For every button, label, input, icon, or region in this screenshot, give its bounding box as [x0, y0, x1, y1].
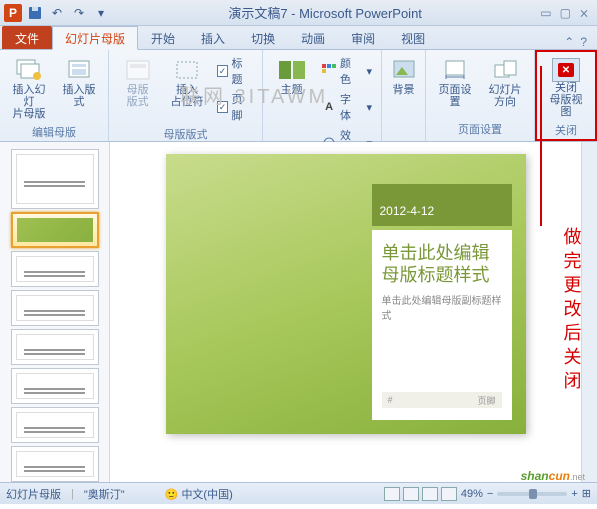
background-button[interactable]: 背景 [381, 54, 427, 98]
workspace: 2012-4-12 单击此处编辑 母版标题样式 单击此处编辑母版副标题样式 # … [0, 142, 597, 482]
zoom-slider[interactable] [497, 492, 567, 496]
zoom-in-icon[interactable]: + [571, 488, 577, 500]
group-label: 页面设置 [458, 119, 502, 139]
close-master-view-button[interactable]: ✕ 关闭 母版视图 [543, 56, 589, 120]
insert-layout-button[interactable]: 插入版式 [56, 54, 102, 110]
title-checkbox[interactable]: ✓标题 [214, 54, 256, 88]
tab-view[interactable]: 视图 [388, 26, 438, 49]
tab-file[interactable]: 文件 [2, 26, 52, 49]
view-mode-icons [384, 487, 457, 501]
window-controls: ▭ ▢ ⨯ [540, 6, 589, 20]
colors-button[interactable]: 颜色▾ [318, 54, 375, 88]
window-title: 演示文稿7 - Microsoft PowerPoint [110, 3, 540, 22]
group-close: ✕ 关闭 母版视图 关闭 [535, 50, 597, 141]
titlebar: P ↶ ↷ ▾ 演示文稿7 - Microsoft PowerPoint ▭ ▢… [0, 0, 597, 26]
ribbon: 插入幻灯 片母版 插入版式 编辑母版 母版 版式 插入 占位符 ✓标题 ✓页脚 [0, 50, 597, 142]
tab-animations[interactable]: 动画 [288, 26, 338, 49]
layout-thumbnail[interactable] [11, 251, 99, 287]
subtitle-text: 单击此处编辑母版副标题样式 [382, 292, 502, 322]
tab-transitions[interactable]: 切换 [238, 26, 288, 49]
footer-checkbox[interactable]: ✓页脚 [214, 90, 256, 124]
layout-thumbnail[interactable] [11, 212, 99, 248]
slideshow-view-icon[interactable] [441, 487, 457, 501]
status-theme: "奥斯汀" [84, 486, 125, 502]
annotation-text: 做完更改后关闭 [555, 225, 591, 393]
slide-master-icon [14, 56, 44, 84]
master-layout-button[interactable]: 母版 版式 [115, 54, 160, 110]
slide-canvas[interactable]: 2012-4-12 单击此处编辑 母版标题样式 单击此处编辑母版副标题样式 # … [110, 142, 581, 482]
qat-dropdown-icon[interactable]: ▾ [92, 4, 110, 22]
group-page-setup: 页面设置 幻灯片方向 页面设置 [426, 50, 535, 141]
statusbar: 幻灯片母版 | "奥斯汀" 🙂 中文(中国) 49% − + ⊞ [0, 482, 597, 504]
group-label [402, 123, 405, 139]
maximize-icon[interactable]: ▢ [560, 6, 571, 20]
minimize-icon[interactable]: ▭ [540, 6, 551, 20]
fonts-icon: A [321, 99, 337, 115]
title-text: 单击此处编辑 母版标题样式 [382, 242, 502, 286]
tab-slide-master[interactable]: 幻灯片母版 [52, 26, 138, 50]
group-master-layout: 母版 版式 插入 占位符 ✓标题 ✓页脚 母版版式 [109, 50, 263, 141]
status-mode: 幻灯片母版 [6, 486, 61, 502]
group-label: 母版版式 [163, 124, 207, 144]
redo-icon[interactable]: ↷ [70, 4, 88, 22]
themes-icon [277, 56, 307, 84]
zoom-level[interactable]: 49% [461, 488, 483, 500]
ribbon-tabs: 文件 幻灯片母版 开始 插入 切换 动画 审阅 视图 ⌃ ? [0, 26, 597, 50]
master-thumbnail[interactable] [11, 149, 99, 209]
insert-placeholder-button[interactable]: 插入 占位符 [164, 54, 209, 110]
zoom-out-icon[interactable]: − [487, 488, 493, 500]
placeholder-icon [172, 56, 202, 84]
sorter-view-icon[interactable] [403, 487, 419, 501]
undo-icon[interactable]: ↶ [48, 4, 66, 22]
insert-slide-master-button[interactable]: 插入幻灯 片母版 [6, 54, 52, 122]
tab-review[interactable]: 审阅 [338, 26, 388, 49]
page-setup-button[interactable]: 页面设置 [432, 54, 478, 110]
site-watermark: shancun.net [521, 469, 585, 483]
fit-window-icon[interactable]: ⊞ [582, 487, 591, 500]
tab-insert[interactable]: 插入 [188, 26, 238, 49]
layout-thumbnail[interactable] [11, 290, 99, 326]
tab-home[interactable]: 开始 [138, 26, 188, 49]
footer-placeholder[interactable]: # 页脚 [382, 392, 502, 408]
group-label: 编辑母版 [32, 122, 76, 142]
colors-icon [321, 63, 337, 79]
group-label: 关闭 [555, 120, 577, 140]
reading-view-icon[interactable] [422, 487, 438, 501]
layout-thumbnail[interactable] [11, 368, 99, 404]
page-setup-icon [440, 56, 470, 84]
close-window-icon[interactable]: ⨯ [579, 6, 589, 20]
language-indicator[interactable]: 🙂 中文(中国) [165, 486, 233, 502]
layout-thumbnail[interactable] [11, 407, 99, 443]
save-icon[interactable] [26, 4, 44, 22]
date-placeholder[interactable]: 2012-4-12 [372, 184, 512, 226]
layout-thumbnail[interactable] [11, 329, 99, 365]
thumbnail-pane[interactable] [0, 142, 110, 482]
orientation-icon [490, 56, 520, 84]
master-layout-icon [123, 56, 153, 84]
background-icon [389, 56, 419, 84]
themes-button[interactable]: 主题 [269, 54, 314, 98]
title-placeholder[interactable]: 单击此处编辑 母版标题样式 单击此处编辑母版副标题样式 # 页脚 [372, 230, 512, 420]
layout-icon [64, 56, 94, 84]
help-icon[interactable]: ? [580, 35, 587, 49]
fonts-button[interactable]: A字体▾ [318, 90, 375, 124]
quick-access-toolbar: ↶ ↷ ▾ [26, 4, 110, 22]
layout-thumbnail[interactable] [11, 446, 99, 482]
close-icon: ✕ [552, 58, 580, 82]
slide[interactable]: 2012-4-12 单击此处编辑 母版标题样式 单击此处编辑母版副标题样式 # … [166, 154, 526, 434]
normal-view-icon[interactable] [384, 487, 400, 501]
zoom-controls: 49% − + ⊞ [384, 487, 591, 501]
group-edit-master: 插入幻灯 片母版 插入版式 编辑母版 [0, 50, 109, 141]
collapse-ribbon-icon[interactable]: ⌃ [564, 35, 574, 49]
group-edit-theme: 主题 颜色▾ A字体▾ 效果▾ 编辑主题 [263, 50, 382, 141]
slide-orientation-button[interactable]: 幻灯片方向 [482, 54, 528, 110]
group-background: 背景 [382, 50, 426, 141]
app-icon: P [4, 4, 22, 22]
annotation-line [540, 66, 542, 226]
